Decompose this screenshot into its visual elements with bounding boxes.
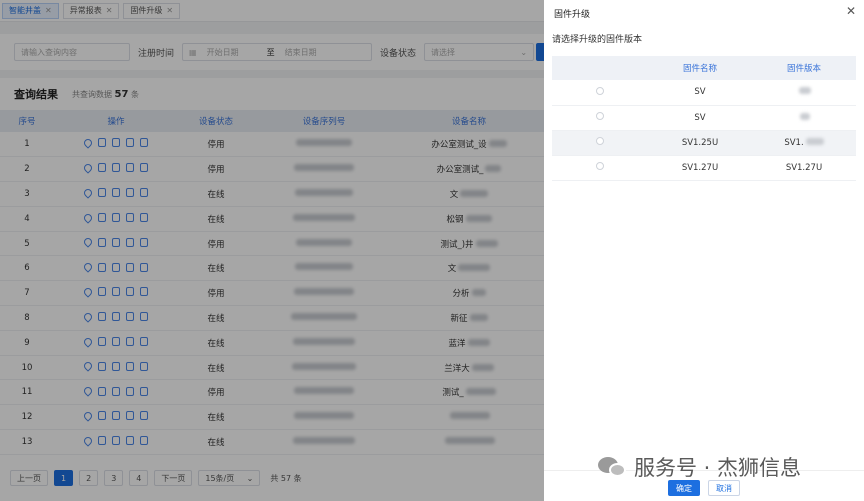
modal-overlay[interactable] (0, 0, 544, 501)
close-icon[interactable]: ✕ (846, 4, 856, 18)
firmware-version-cell (752, 80, 856, 106)
firmware-version: SV1. (784, 137, 804, 148)
radio-cell (552, 80, 648, 106)
firmware-version-cell: SV1. (752, 130, 856, 156)
firmware-table: 固件名称 固件版本 SV SV SV1.25U SV1. SV1.27U SV1.27U (552, 56, 856, 181)
firmware-row[interactable]: SV1.25U SV1. (552, 130, 856, 156)
firmware-version-cell: SV1.27U (752, 155, 856, 181)
radio-cell (552, 130, 648, 156)
drawer-prompt: 请选择升级的固件版本 (552, 35, 643, 45)
drawer-title: 固件升级 (554, 10, 591, 20)
firmware-version: SV1.27U (785, 162, 823, 173)
watermark-text: 服务号 · 杰狮信息 (634, 456, 802, 480)
col-header: 固件名称 (648, 56, 752, 80)
radio-button[interactable] (596, 86, 604, 95)
firmware-name: SV (648, 105, 752, 131)
radio-button[interactable] (596, 162, 604, 170)
radio-cell (552, 105, 648, 131)
firmware-name: SV1.27U (648, 155, 752, 181)
firmware-row[interactable]: SV (552, 105, 856, 131)
firmware-name: SV (648, 80, 752, 106)
radio-cell (552, 155, 648, 181)
firmware-name: SV1.25U (648, 130, 752, 156)
col-header-radio (552, 56, 648, 80)
firmware-version-cell (752, 105, 856, 131)
radio-button[interactable] (596, 137, 604, 145)
wechat-icon (598, 455, 628, 479)
col-header: 固件版本 (752, 56, 856, 80)
radio-button[interactable] (596, 112, 604, 120)
confirm-button[interactable]: 确定 (668, 480, 700, 496)
watermark: 服务号 · 杰狮信息 (598, 452, 801, 482)
firmware-row[interactable]: SV (552, 80, 856, 106)
firmware-upgrade-drawer: 固件升级 ✕ 请选择升级的固件版本 固件名称 固件版本 SV SV SV1.25U S… (544, 0, 864, 501)
firmware-row[interactable]: SV1.27U SV1.27U (552, 155, 856, 181)
cancel-button[interactable]: 取消 (708, 480, 740, 496)
